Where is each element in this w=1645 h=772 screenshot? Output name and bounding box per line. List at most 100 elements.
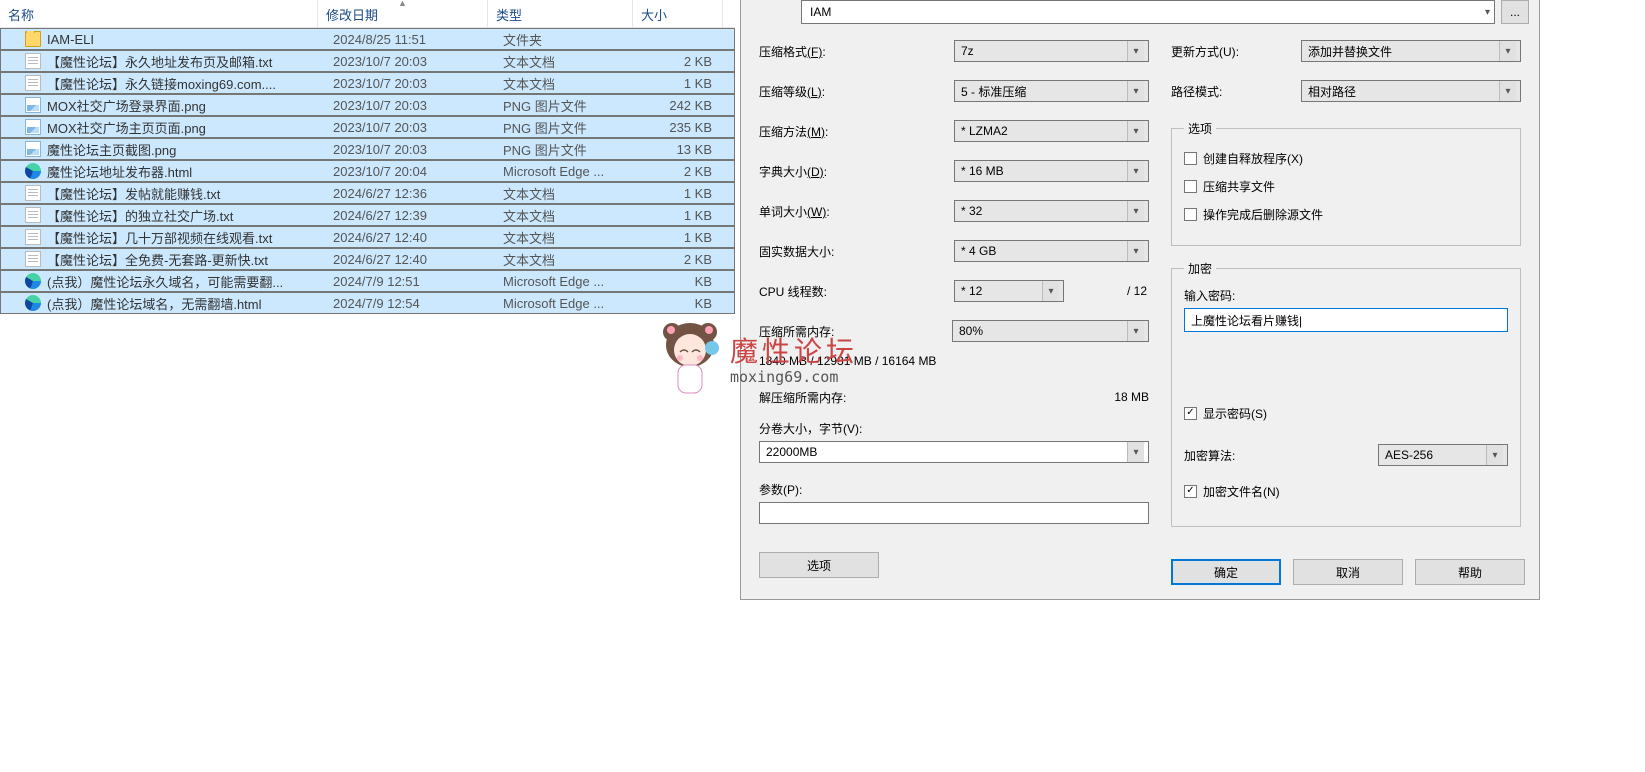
chevron-down-icon: ▾ (1499, 81, 1516, 101)
col-header-date-label: 修改日期 (326, 8, 378, 23)
file-row[interactable]: MOX社交广场登录界面.png2023/10/7 20:03PNG 图片文件24… (0, 94, 735, 116)
ok-button[interactable]: 确定 (1171, 559, 1281, 585)
password-input[interactable]: 上魔性论坛看片赚钱| (1184, 308, 1508, 332)
file-row[interactable]: 【魔性论坛】全免费-无套路-更新快.txt2024/6/27 12:40文本文档… (0, 248, 735, 270)
chevron-down-icon: ▾ (1127, 121, 1144, 141)
checkbox-icon (1184, 180, 1197, 193)
chevron-down-icon: ▾ (1042, 281, 1059, 301)
file-type: 文本文档 (495, 228, 640, 247)
params-label: 参数(P): (759, 481, 1149, 498)
encrypt-names-checkbox[interactable]: 加密文件名(N) (1184, 480, 1508, 502)
file-size: 2 KB (640, 54, 730, 69)
file-name: 【魔性论坛】永久地址发布页及邮箱.txt (47, 52, 272, 71)
file-row[interactable]: (点我）魔性论坛永久域名，可能需要翻...2024/7/9 12:51Micro… (0, 270, 735, 292)
file-name: MOX社交广场登录界面.png (47, 96, 206, 115)
file-row[interactable]: 【魔性论坛】的独立社交广场.txt2024/6/27 12:39文本文档1 KB (0, 204, 735, 226)
threads-select[interactable]: * 12▾ (954, 280, 1064, 302)
file-name: IAM-ELI (47, 32, 94, 47)
folder-icon (25, 31, 41, 47)
options-legend: 选项 (1184, 120, 1216, 137)
file-date: 2023/10/7 20:04 (325, 164, 495, 179)
file-row[interactable]: IAM-ELI2024/8/25 11:51文件夹 (0, 28, 735, 50)
chevron-down-icon: ▾ (1485, 7, 1490, 18)
file-size: KB (640, 296, 730, 311)
file-row[interactable]: 【魔性论坛】永久链接moxing69.com....2023/10/7 20:0… (0, 72, 735, 94)
update-label: 更新方式(U): (1171, 43, 1301, 60)
volume-label: 分卷大小，字节(V): (759, 420, 1149, 437)
method-select[interactable]: * LZMA2▾ (954, 120, 1149, 142)
file-row[interactable]: MOX社交广场主页页面.png2023/10/7 20:03PNG 图片文件23… (0, 116, 735, 138)
file-date: 2023/10/7 20:03 (325, 54, 495, 69)
dict-select[interactable]: * 16 MB▾ (954, 160, 1149, 182)
volume-combo[interactable]: 22000MB▾ (759, 441, 1149, 463)
mem-pct-select[interactable]: 80%▾ (952, 320, 1149, 342)
pathmode-select[interactable]: 相对路径▾ (1301, 80, 1521, 102)
file-name: 【魔性论坛】的独立社交广场.txt (47, 206, 233, 225)
enc-method-select[interactable]: AES-256▾ (1378, 444, 1508, 466)
file-size: 1 KB (640, 208, 730, 223)
file-type: PNG 图片文件 (495, 96, 640, 115)
format-label: 压缩格式(F): (759, 43, 954, 60)
col-header-size[interactable]: 大小 (633, 0, 723, 27)
sfx-checkbox[interactable]: 创建自释放程序(X) (1184, 147, 1508, 169)
file-name: 【魔性论坛】永久链接moxing69.com.... (47, 74, 276, 93)
shared-checkbox[interactable]: 压缩共享文件 (1184, 175, 1508, 197)
edge-icon (25, 295, 41, 311)
col-header-type[interactable]: 类型 (488, 0, 633, 27)
archive-name-combo[interactable]: IAM ▾ (801, 0, 1495, 24)
options-group: 选项 创建自释放程序(X) 压缩共享文件 操作完成后删除源文件 (1171, 120, 1521, 246)
file-type: Microsoft Edge ... (495, 296, 640, 311)
edge-icon (25, 273, 41, 289)
file-row[interactable]: 【魔性论坛】发帖就能赚钱.txt2024/6/27 12:36文本文档1 KB (0, 182, 735, 204)
dict-label: 字典大小(D): (759, 163, 954, 180)
level-label: 压缩等级(L): (759, 83, 954, 100)
file-type: 文本文档 (495, 206, 640, 225)
file-name: 【魔性论坛】几十万部视频在线观看.txt (47, 228, 272, 247)
file-type: Microsoft Edge ... (495, 274, 640, 289)
file-date: 2024/6/27 12:40 (325, 230, 495, 245)
encryption-legend: 加密 (1184, 260, 1216, 277)
password-label: 输入密码: (1184, 287, 1508, 304)
chevron-down-icon: ▾ (1127, 321, 1144, 341)
browse-button[interactable]: ... (1501, 0, 1529, 24)
chevron-down-icon: ▾ (1499, 41, 1516, 61)
solid-select[interactable]: * 4 GB▾ (954, 240, 1149, 262)
file-date: 2024/6/27 12:40 (325, 252, 495, 267)
file-row[interactable]: 魔性论坛地址发布器.html2023/10/7 20:04Microsoft E… (0, 160, 735, 182)
chevron-down-icon: ▾ (1127, 161, 1144, 181)
file-row[interactable]: 【魔性论坛】几十万部视频在线观看.txt2024/6/27 12:40文本文档1… (0, 226, 735, 248)
options-button[interactable]: 选项 (759, 552, 879, 578)
mem-comp-value: 1840 MB / 12931 MB / 16164 MB (759, 354, 936, 368)
cancel-button[interactable]: 取消 (1293, 559, 1403, 585)
help-button[interactable]: 帮助 (1415, 559, 1525, 585)
file-type: 文本文档 (495, 184, 640, 203)
col-header-date[interactable]: 修改日期 ▲ (318, 0, 488, 27)
file-type: 文本文档 (495, 52, 640, 71)
col-header-name[interactable]: 名称 (0, 0, 318, 27)
file-row[interactable]: 【魔性论坛】永久地址发布页及邮箱.txt 2023/10/7 20:03文本文档2… (0, 50, 735, 72)
show-password-checkbox[interactable]: 显示密码(S) (1184, 402, 1508, 424)
level-select[interactable]: 5 - 标准压缩▾ (954, 80, 1149, 102)
encryption-group: 加密 输入密码: 上魔性论坛看片赚钱| 显示密码(S) 加密算法: AES-25… (1171, 260, 1521, 527)
png-icon (25, 97, 41, 113)
delete-after-checkbox[interactable]: 操作完成后删除源文件 (1184, 203, 1508, 225)
file-row[interactable]: (点我）魔性论坛域名，无需翻墙.html2024/7/9 12:54Micros… (0, 292, 735, 314)
params-input[interactable] (759, 502, 1149, 524)
chevron-down-icon: ▾ (1127, 201, 1144, 221)
file-row[interactable]: 魔性论坛主页截图.png2023/10/7 20:03PNG 图片文件13 KB (0, 138, 735, 160)
format-select[interactable]: 7z▾ (954, 40, 1149, 62)
file-name: 【魔性论坛】全免费-无套路-更新快.txt (47, 250, 268, 269)
update-select[interactable]: 添加并替换文件▾ (1301, 40, 1521, 62)
file-size: 242 KB (640, 98, 730, 113)
word-select[interactable]: * 32▾ (954, 200, 1149, 222)
column-headers: 名称 修改日期 ▲ 类型 大小 (0, 0, 735, 28)
file-size: KB (640, 274, 730, 289)
chevron-down-icon: ▾ (1127, 241, 1144, 261)
file-type: 文本文档 (495, 74, 640, 93)
checkbox-checked-icon (1184, 485, 1197, 498)
checkbox-icon (1184, 208, 1197, 221)
word-label: 单词大小(W): (759, 203, 954, 220)
pathmode-label: 路径模式: (1171, 83, 1301, 100)
file-size: 2 KB (640, 164, 730, 179)
chevron-down-icon: ▾ (1486, 445, 1503, 465)
